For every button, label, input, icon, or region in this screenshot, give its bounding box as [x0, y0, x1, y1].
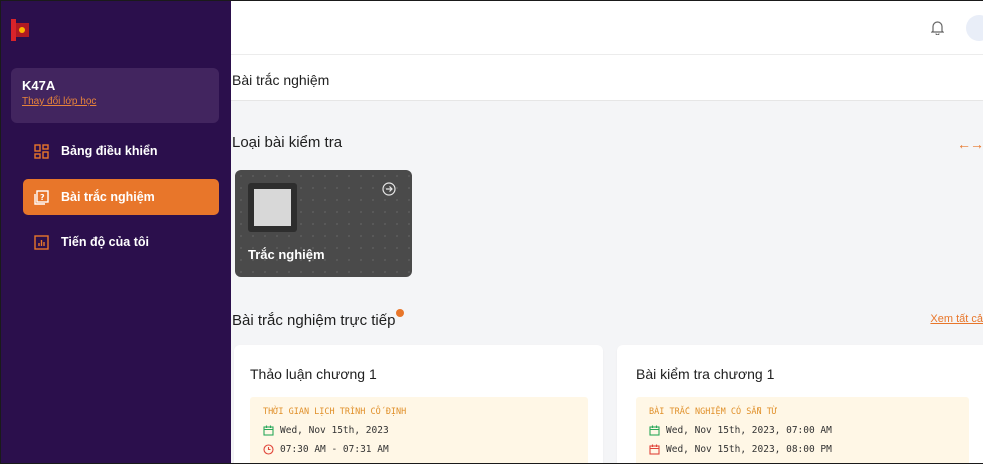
quiz-type-thumbnail	[248, 183, 297, 232]
schedule-time-text: 07:30 AM - 07:31 AM	[280, 444, 389, 455]
schedule-start-text: Wed, Nov 15th, 2023, 07:00 AM	[666, 425, 832, 436]
schedule-date-text: Wed, Nov 15th, 2023	[280, 425, 389, 436]
schedule-end: Wed, Nov 15th, 2023, 08:00 PM	[649, 444, 956, 455]
app-logo[interactable]	[11, 19, 29, 41]
sidebar-item-label: Bảng điều khiển	[61, 144, 158, 158]
schedule-time: 07:30 AM - 07:31 AM	[263, 444, 575, 455]
carousel-arrows[interactable]: ←→	[957, 136, 983, 152]
schedule-heading: BÀI TRẮC NGHIỆM CÓ SẴN TỪ	[649, 407, 777, 417]
quiz-card[interactable]: Bài kiểm tra chương 1 BÀI TRẮC NGHIỆM CÓ…	[617, 345, 983, 463]
schedule-date: Wed, Nov 15th, 2023	[263, 425, 575, 436]
quiz-schedule: THỜI GIAN LỊCH TRÌNH CỐ ĐỊNH Wed, Nov 15…	[250, 397, 588, 463]
calendar-icon	[649, 425, 660, 436]
calendar-icon	[263, 425, 274, 436]
svg-text:?: ?	[40, 193, 45, 202]
schedule-start: Wed, Nov 15th, 2023, 07:00 AM	[649, 425, 956, 436]
quiz-title: Thảo luận chương 1	[250, 366, 377, 382]
chart-icon	[34, 234, 49, 250]
live-quiz-title: Bài trắc nghiệm trực tiếp	[232, 309, 405, 329]
app-window: K47A Thay đổi lớp học Bảng điều khiển ? …	[0, 0, 983, 464]
dashboard-icon	[34, 143, 49, 159]
top-bar	[231, 1, 983, 55]
bell-icon[interactable]	[930, 20, 945, 40]
schedule-end-text: Wed, Nov 15th, 2023, 08:00 PM	[666, 444, 832, 455]
sidebar: K47A Thay đổi lớp học Bảng điều khiển ? …	[1, 1, 231, 463]
quiz-type-label: Trắc nghiệm	[248, 247, 325, 262]
calendar-end-icon	[649, 444, 660, 455]
class-name: K47A	[22, 78, 56, 93]
sidebar-item-label: Bài trắc nghiệm	[61, 190, 155, 204]
schedule-heading: THỜI GIAN LỊCH TRÌNH CỐ ĐỊNH	[263, 407, 407, 417]
see-all-link[interactable]: Xem tất cả	[930, 313, 983, 325]
sidebar-item-quiz[interactable]: ? Bài trắc nghiệm	[23, 179, 219, 215]
arrow-right-circle-icon[interactable]	[382, 182, 396, 201]
live-indicator-dot	[396, 309, 405, 317]
test-types-title: Loại bài kiểm tra	[232, 134, 343, 151]
quiz-icon: ?	[34, 189, 49, 205]
page-title: Bài trắc nghiệm	[232, 72, 330, 88]
quiz-title: Bài kiểm tra chương 1	[636, 366, 775, 382]
sidebar-item-label: Tiến độ của tôi	[61, 235, 149, 249]
sidebar-item-dashboard[interactable]: Bảng điều khiển	[23, 133, 219, 169]
live-quiz-title-text: Bài trắc nghiệm trực tiếp	[232, 312, 396, 329]
class-card: K47A Thay đổi lớp học	[11, 68, 219, 123]
quiz-type-card[interactable]: Trắc nghiệm	[235, 170, 412, 277]
change-class-link[interactable]: Thay đổi lớp học	[22, 96, 208, 107]
sidebar-item-progress[interactable]: Tiến độ của tôi	[23, 224, 219, 260]
avatar[interactable]	[966, 15, 983, 41]
page-header: Bài trắc nghiệm	[231, 55, 983, 101]
quiz-schedule: BÀI TRẮC NGHIỆM CÓ SẴN TỪ Wed, Nov 15th,…	[636, 397, 969, 463]
quiz-card[interactable]: Thảo luận chương 1 THỜI GIAN LỊCH TRÌNH …	[234, 345, 603, 463]
clock-icon	[263, 444, 274, 455]
